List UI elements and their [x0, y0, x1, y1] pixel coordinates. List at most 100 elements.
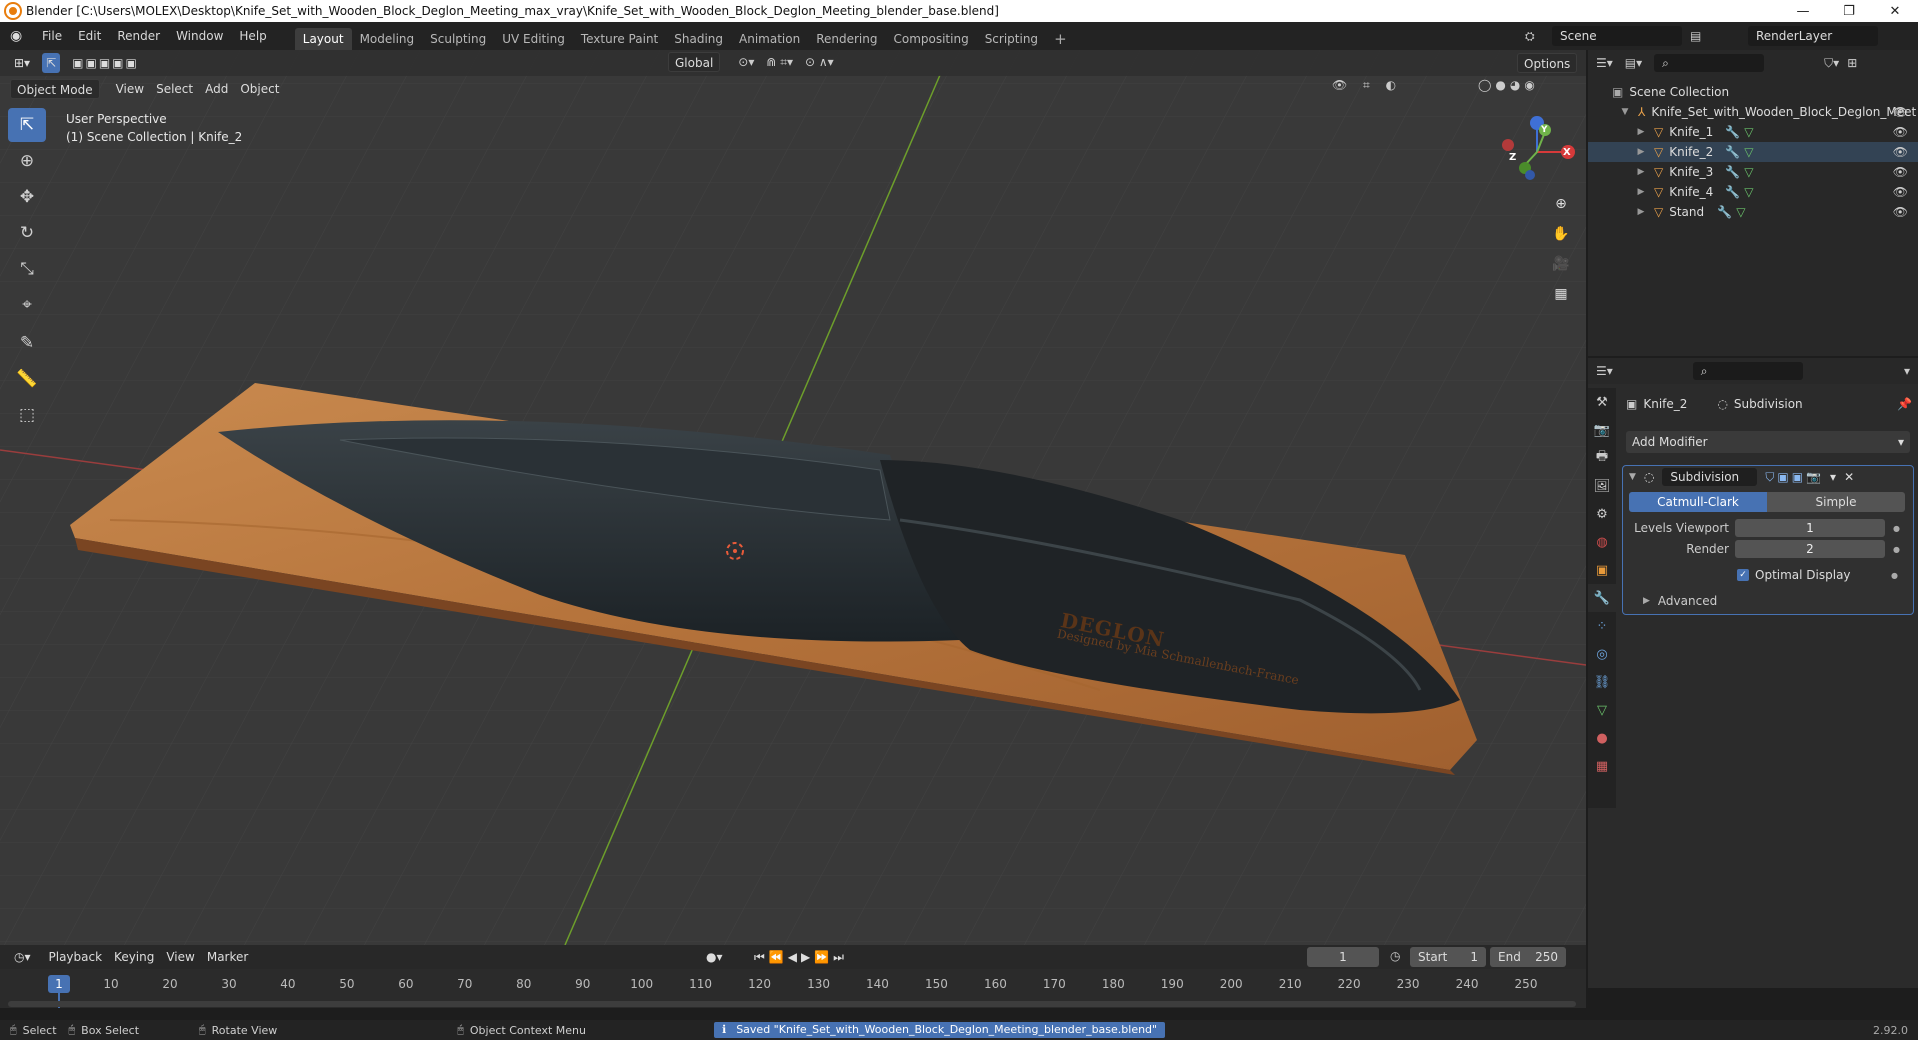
frame-ruler[interactable]: 1 10 20 30 40 50 60 70 80 90 100 110 120 130 140 150 16…: [0, 969, 1586, 1008]
menu-keying[interactable]: Keying: [108, 947, 160, 967]
visibility-eye-icon[interactable]: 👁: [1893, 185, 1908, 199]
properties-search-input[interactable]: ⌕: [1692, 362, 1803, 380]
orientation-dropdown[interactable]: Global: [668, 52, 721, 72]
output-tab-icon[interactable]: 🖶: [1588, 444, 1616, 472]
shading-mode-icons[interactable]: ◯●◕◉: [1478, 78, 1539, 92]
select-tool-icon[interactable]: ⇱: [42, 53, 61, 73]
menu-playback[interactable]: Playback: [43, 947, 109, 967]
keyframe-dot-icon[interactable]: ●: [1891, 571, 1898, 580]
menu-object[interactable]: Object: [234, 79, 285, 99]
select-box-tool-icon[interactable]: ⇱: [8, 108, 46, 142]
physics-tab-icon[interactable]: ◎: [1588, 640, 1616, 668]
filter-icon[interactable]: ⛉▾: [1824, 56, 1839, 71]
menu-view[interactable]: View: [110, 79, 150, 99]
tab-texture-paint[interactable]: Texture Paint: [573, 28, 666, 50]
tab-compositing[interactable]: Compositing: [885, 28, 976, 50]
levels-viewport-field[interactable]: 1: [1735, 519, 1885, 537]
data-tab-icon[interactable]: ▽: [1588, 696, 1616, 724]
tool-tab-icon[interactable]: ⚒: [1588, 388, 1616, 416]
playhead[interactable]: 1: [48, 975, 70, 993]
timeline-editor-icon[interactable]: ◷▾: [8, 947, 37, 967]
optimal-display-checkbox[interactable]: ✓: [1737, 569, 1749, 581]
simple-button[interactable]: Simple: [1767, 492, 1905, 512]
visibility-eye-icon[interactable]: 👁: [1893, 165, 1908, 179]
proportional-edit-icon[interactable]: ⊙ ∧▾: [799, 52, 840, 72]
tab-modeling[interactable]: Modeling: [352, 28, 423, 50]
keyframe-dot-icon[interactable]: ●: [1893, 545, 1900, 554]
outliner-collection[interactable]: ▼ ⅄ Knife_Set_with_Wooden_Block_Deglon_M…: [1588, 102, 1918, 122]
timeline-scrollbar[interactable]: [8, 1001, 1576, 1007]
add-modifier-dropdown[interactable]: Add Modifier ▾: [1626, 431, 1910, 453]
collapse-icon[interactable]: ▼: [1629, 472, 1636, 482]
world-tab-icon[interactable]: ◍: [1588, 528, 1616, 556]
material-tab-icon[interactable]: ●: [1588, 724, 1616, 752]
menu-help[interactable]: Help: [231, 22, 274, 50]
preview-range-icon[interactable]: ◷: [1390, 949, 1400, 963]
menu-add[interactable]: Add: [199, 79, 234, 99]
playback-controls[interactable]: ⏮⏪◀▶⏩⏭: [748, 947, 854, 967]
pin-icon[interactable]: 📌: [1897, 397, 1912, 411]
constraints-tab-icon[interactable]: ⛓: [1588, 668, 1616, 696]
auto-key-icon[interactable]: ●▾: [700, 947, 729, 967]
tab-layout[interactable]: Layout: [294, 28, 352, 50]
scene-tab-icon[interactable]: ⚙: [1588, 500, 1616, 528]
tab-animation[interactable]: Animation: [731, 28, 808, 50]
menu-file[interactable]: File: [34, 22, 70, 50]
menu-render[interactable]: Render: [109, 22, 168, 50]
outliner-scene-collection[interactable]: ▣ Scene Collection: [1588, 82, 1918, 102]
render-levels-field[interactable]: 2: [1735, 540, 1885, 558]
overlay-toggles[interactable]: 👁 ⌗ ◐: [1332, 78, 1402, 93]
tab-scripting[interactable]: Scripting: [977, 28, 1046, 50]
current-frame-field[interactable]: 1: [1307, 947, 1379, 967]
camera-view-icon[interactable]: 🎥: [1549, 252, 1573, 276]
timeline-menu-view[interactable]: View: [160, 947, 200, 967]
outliner-search-input[interactable]: ⌕: [1654, 54, 1765, 72]
outliner-item-knife-1[interactable]: ▶ ▽ Knife_1 🔧 ▽ 👁: [1588, 122, 1918, 142]
outliner-item-stand[interactable]: ▶ ▽ Stand 🔧 ▽ 👁: [1588, 202, 1918, 222]
properties-editor-icon[interactable]: ☰▾: [1596, 364, 1613, 378]
pan-hand-icon[interactable]: ✋: [1549, 222, 1573, 246]
close-window-button[interactable]: ✕: [1872, 0, 1918, 22]
scene-selector[interactable]: Scene: [1552, 26, 1682, 46]
outliner-item-knife-2[interactable]: ▶ ▽ Knife_2 🔧 ▽ 👁: [1588, 142, 1918, 162]
ortho-grid-icon[interactable]: ▦: [1549, 282, 1573, 306]
add-cube-tool-icon[interactable]: ⬚: [8, 398, 46, 432]
modifier-visibility-toggles[interactable]: ⛉▣▣📷: [1765, 470, 1824, 485]
scene-icon[interactable]: ⛭: [1525, 29, 1535, 44]
blender-menu-icon[interactable]: ◉: [10, 28, 26, 44]
visibility-eye-icon[interactable]: 👁: [1893, 125, 1908, 139]
minimize-button[interactable]: —: [1780, 0, 1826, 22]
visibility-eye-icon[interactable]: 👁: [1893, 205, 1908, 219]
tab-uv-editing[interactable]: UV Editing: [494, 28, 573, 50]
menu-edit[interactable]: Edit: [70, 22, 109, 50]
visibility-eye-icon[interactable]: 👁: [1893, 105, 1908, 119]
keyframe-dot-icon[interactable]: ●: [1893, 524, 1900, 533]
object-tab-icon[interactable]: ▣: [1588, 556, 1616, 584]
transform-tool-icon[interactable]: ⌖: [8, 288, 46, 322]
outliner-editor-icon[interactable]: ☰▾: [1596, 56, 1613, 70]
end-frame-field[interactable]: End 250: [1490, 947, 1566, 967]
display-mode-icon[interactable]: ▤▾: [1625, 56, 1642, 70]
remove-modifier-icon[interactable]: ✕: [1844, 470, 1854, 484]
start-frame-field[interactable]: Start 1: [1410, 947, 1486, 967]
view-layer-icon[interactable]: ▤: [1690, 29, 1701, 43]
modifier-name-input[interactable]: Subdivision: [1662, 468, 1758, 486]
tab-shading[interactable]: Shading: [666, 28, 731, 50]
render-layer-selector[interactable]: RenderLayer: [1748, 26, 1878, 46]
render-tab-icon[interactable]: 📷: [1588, 416, 1616, 444]
add-workspace-button[interactable]: +: [1046, 28, 1075, 50]
menu-marker[interactable]: Marker: [201, 947, 254, 967]
object-mode-dropdown[interactable]: Object Mode: [10, 79, 100, 99]
editor-type-icon[interactable]: ⊞▾: [8, 53, 36, 73]
snap-magnet-icon[interactable]: ⋒ ⌗▾: [760, 52, 799, 72]
new-collection-icon[interactable]: ⊞: [1847, 56, 1857, 70]
menu-window[interactable]: Window: [168, 22, 231, 50]
visibility-eye-icon[interactable]: 👁: [1893, 145, 1908, 159]
modifier-menu-icon[interactable]: ▾: [1830, 470, 1836, 484]
measure-tool-icon[interactable]: 📏: [8, 362, 46, 396]
outliner-item-knife-3[interactable]: ▶ ▽ Knife_3 🔧 ▽ 👁: [1588, 162, 1918, 182]
menu-select[interactable]: Select: [150, 79, 199, 99]
3d-viewport[interactable]: DEGLON Designed by Mia Schmallenbach-Fra…: [0, 50, 1586, 945]
rotate-tool-icon[interactable]: ↻: [8, 216, 46, 250]
pivot-icon[interactable]: ⊙▾: [732, 52, 760, 72]
